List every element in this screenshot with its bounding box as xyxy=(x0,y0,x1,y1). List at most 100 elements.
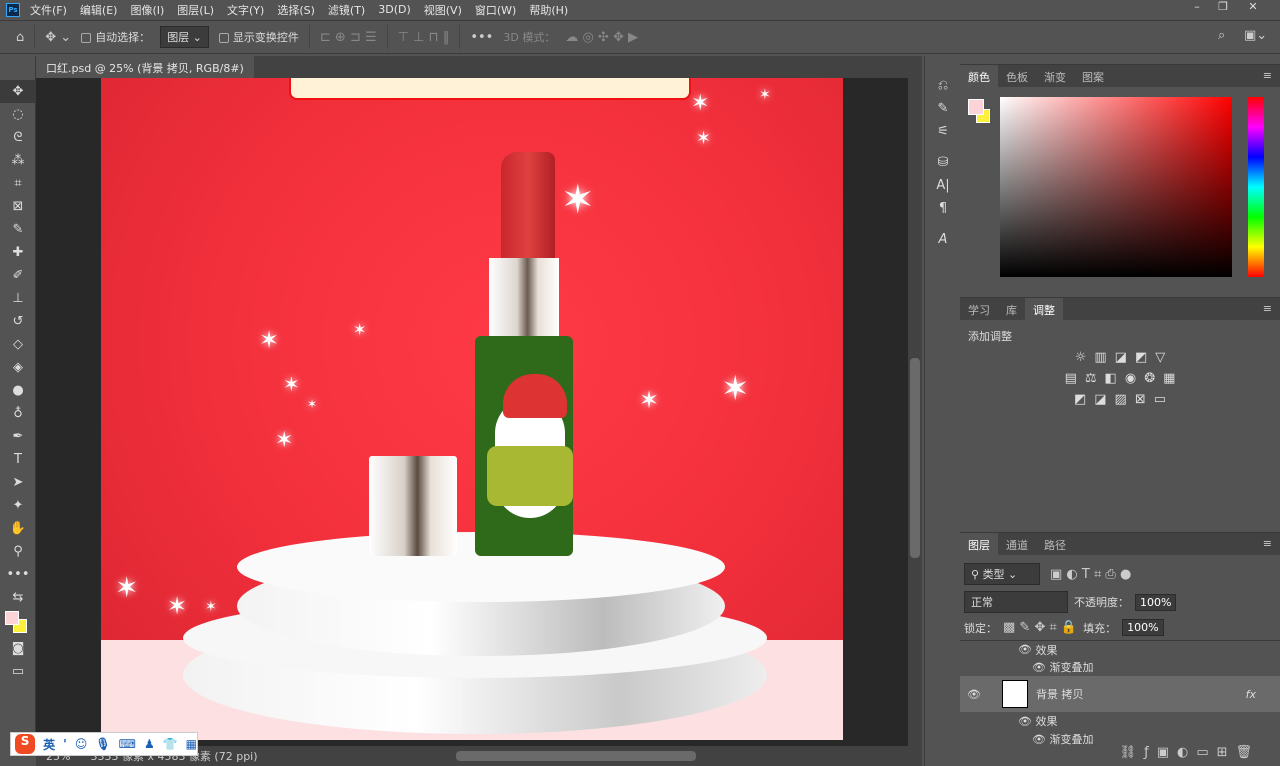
adjustment-icons-row-3[interactable]: ◩ ◪ ▨ ⊠ ▭ xyxy=(960,392,1280,407)
document-canvas[interactable]: ✶ ✶ ✶ ✶ ✶ ✶ ✶ ✶ ✶ ✶ ✶ ✶ ✶ ✶ xyxy=(101,78,843,740)
tab-libraries[interactable]: 库 xyxy=(998,298,1025,320)
show-transform-checkbox[interactable]: 显示变换控件 xyxy=(218,29,299,45)
history-panel-icon[interactable]: ⎌ xyxy=(925,74,961,97)
horizontal-scroll-thumb[interactable] xyxy=(456,751,696,761)
brush-settings-icon[interactable]: ✎ xyxy=(925,97,961,120)
hand-tool-icon[interactable]: ✋ xyxy=(0,517,36,540)
menu-file[interactable]: 文件(F) xyxy=(30,2,67,18)
scroll-thumb[interactable] xyxy=(910,358,920,558)
adjustment-icons-row-2[interactable]: ▤ ⚖ ◧ ◉ ❂ ▦ xyxy=(960,371,1280,386)
auto-select-checkbox[interactable]: 自动选择： xyxy=(81,29,150,45)
type-tool-icon[interactable]: T xyxy=(0,448,36,471)
pen-tool-icon[interactable]: ✒ xyxy=(0,425,36,448)
tab-channels[interactable]: 通道 xyxy=(998,533,1036,555)
adjustment-icons-row-1[interactable]: ☼ ▥ ◪ ◩ ▽ xyxy=(960,350,1280,365)
paint-bucket-icon[interactable]: ◈ xyxy=(0,356,36,379)
hue-slider[interactable] xyxy=(1248,97,1264,277)
brushes-icon[interactable]: ⚟ xyxy=(925,120,961,143)
marquee-tool-icon[interactable]: ◌ xyxy=(0,103,36,126)
layer-effects-row[interactable]: 👁 效果 xyxy=(960,640,1280,658)
tab-paths[interactable]: 路径 xyxy=(1036,533,1074,555)
user-icon[interactable]: ♟ xyxy=(144,737,155,751)
3d-mode-icons[interactable]: ☁ ◎ ✣ ✥ ▶ xyxy=(565,30,638,45)
align-icons[interactable]: ⊏ ⊕ ⊐ ☰ xyxy=(320,30,377,45)
panel-menu-icon[interactable]: ≡ xyxy=(1263,537,1272,550)
sogou-logo[interactable]: S xyxy=(15,734,36,754)
restore-button[interactable]: ❐ xyxy=(1210,0,1236,18)
auto-select-dropdown[interactable]: 图层 ⌄ xyxy=(160,26,209,48)
emoji-icon[interactable]: ☺ xyxy=(75,737,88,751)
home-icon[interactable]: ⌂ xyxy=(16,30,24,45)
workspace-icon[interactable]: ▣⌄ xyxy=(1244,28,1267,43)
swap-colors-icon[interactable]: ⇆ xyxy=(0,586,36,609)
foreground-color-swatch[interactable] xyxy=(968,99,984,115)
ime-punct[interactable]: ' xyxy=(63,737,67,751)
move-tool-icon[interactable]: ✥ ⌄ xyxy=(45,30,71,45)
healing-brush-icon[interactable]: ✚ xyxy=(0,241,36,264)
layer-row-selected[interactable]: 👁 背景 拷贝 fx xyxy=(960,676,1280,712)
menu-image[interactable]: 图像(I) xyxy=(130,2,164,18)
more-options-button[interactable]: ••• xyxy=(470,30,493,45)
tab-gradients[interactable]: 渐变 xyxy=(1036,65,1074,87)
lasso-tool-icon[interactable]: ᘓ xyxy=(0,126,36,149)
dodge-tool-icon[interactable]: ♁ xyxy=(0,402,36,425)
screen-mode-icon[interactable]: ▭ xyxy=(0,660,36,683)
shape-tool-icon[interactable]: ✦ xyxy=(0,494,36,517)
layer-effects-row[interactable]: 👁 效果 xyxy=(960,712,1280,730)
menu-layer[interactable]: 图层(L) xyxy=(177,2,214,18)
stamp-tool-icon[interactable]: ⊥ xyxy=(0,287,36,310)
menu-type[interactable]: 文字(Y) xyxy=(227,2,264,18)
menu-help[interactable]: 帮助(H) xyxy=(529,2,568,18)
clone-source-icon[interactable]: ⛁ xyxy=(925,151,961,174)
distribute-icons[interactable]: ⊤ ⊥ ⊓ ‖ xyxy=(398,30,450,45)
apps-icon[interactable]: ▦ xyxy=(186,737,197,751)
color-swatches[interactable] xyxy=(0,609,36,637)
color-field[interactable] xyxy=(1000,97,1232,277)
document-tab[interactable]: 口红.psd @ 25% (背景 拷贝, RGB/8#) * × xyxy=(36,56,254,89)
tab-layers[interactable]: 图层 xyxy=(960,533,998,555)
tab-swatches[interactable]: 色板 xyxy=(998,65,1036,87)
path-select-icon[interactable]: ➤ xyxy=(0,471,36,494)
layer-name[interactable]: 背景 拷贝 xyxy=(1036,686,1084,702)
opacity-input[interactable]: 100% xyxy=(1135,593,1177,611)
vertical-scrollbar[interactable] xyxy=(908,78,922,746)
eraser-icon[interactable]: ◇ xyxy=(0,333,36,356)
tab-color[interactable]: 颜色 xyxy=(960,65,998,87)
keyboard-icon[interactable]: ⌨ xyxy=(119,737,136,751)
fill-input[interactable]: 100% xyxy=(1122,619,1164,636)
microphone-icon[interactable]: 🎙 xyxy=(95,737,110,751)
menu-view[interactable]: 视图(V) xyxy=(424,2,462,18)
layer-filter-dropdown[interactable]: ⚲ 类型 ⌄ xyxy=(964,563,1040,585)
close-window-button[interactable]: ✕ xyxy=(1240,0,1266,18)
crop-tool-icon[interactable]: ⌗ xyxy=(0,172,36,195)
canvas-area[interactable]: ✶ ✶ ✶ ✶ ✶ ✶ ✶ ✶ ✶ ✶ ✶ ✶ ✶ ✶ xyxy=(36,78,908,746)
history-brush-icon[interactable]: ↺ xyxy=(0,310,36,333)
character-panel-icon[interactable]: A| xyxy=(925,174,961,197)
menu-edit[interactable]: 编辑(E) xyxy=(80,2,118,18)
brush-tool-icon[interactable]: ✐ xyxy=(0,264,36,287)
fx-badge[interactable]: fx xyxy=(1246,688,1256,701)
eyedropper-icon[interactable]: ✎ xyxy=(0,218,36,241)
menu-filter[interactable]: 滤镜(T) xyxy=(328,2,365,18)
paragraph-panel-icon[interactable]: ¶ xyxy=(925,197,961,220)
layer-footer-icons[interactable]: ⛓ƒ▣◐▭⊞🗑 xyxy=(1120,745,1260,760)
magic-wand-icon[interactable]: ⁂ xyxy=(0,149,36,172)
minimize-button[interactable]: – xyxy=(1184,0,1210,18)
glyphs-icon[interactable]: A xyxy=(925,228,961,251)
tab-learn[interactable]: 学习 xyxy=(960,298,998,320)
panel-menu-icon[interactable]: ≡ xyxy=(1263,302,1272,315)
frame-tool-icon[interactable]: ⊠ xyxy=(0,195,36,218)
filter-icons[interactable]: ▣ ◐ T ⌗ ⎙ ● xyxy=(1050,567,1131,582)
skin-icon[interactable]: 👕 xyxy=(163,737,178,751)
move-tool-icon[interactable]: ✥ xyxy=(0,80,36,103)
tab-patterns[interactable]: 图案 xyxy=(1074,65,1112,87)
search-icon[interactable]: ⌕ xyxy=(1218,28,1225,43)
quick-mask-icon[interactable]: ◙ xyxy=(0,637,36,660)
menu-3d[interactable]: 3D(D) xyxy=(378,3,411,16)
menu-select[interactable]: 选择(S) xyxy=(277,2,315,18)
ime-language[interactable]: 英 xyxy=(43,736,55,753)
blend-mode-dropdown[interactable]: 正常 xyxy=(964,591,1068,613)
blur-tool-icon[interactable]: ● xyxy=(0,379,36,402)
tab-adjustments[interactable]: 调整 xyxy=(1025,298,1063,320)
eye-icon[interactable]: 👁 xyxy=(960,688,988,701)
